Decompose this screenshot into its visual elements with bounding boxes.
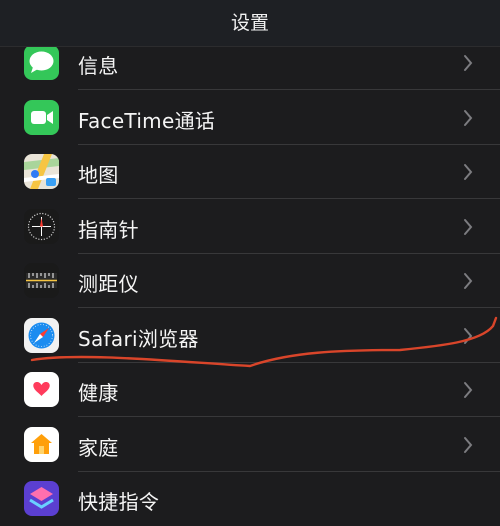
settings-row-health[interactable]: 健康 — [0, 363, 500, 417]
page-title: 设置 — [230, 11, 269, 34]
settings-row-safari[interactable]: Safari浏览器 — [0, 309, 500, 363]
chevron-right-icon — [464, 164, 473, 180]
compass-icon — [24, 209, 59, 244]
settings-row-label: FaceTime通话 — [78, 109, 216, 133]
measure-icon — [24, 263, 59, 298]
chevron-right-icon — [464, 110, 473, 126]
settings-row-label: 测距仪 — [78, 272, 139, 296]
chevron-right-icon — [464, 437, 473, 453]
chevron-right-icon — [464, 328, 473, 344]
settings-row-label: Safari浏览器 — [78, 327, 199, 351]
settings-row-maps[interactable]: 地图 — [0, 145, 500, 199]
shortcuts-icon — [24, 481, 59, 516]
chevron-right-icon — [464, 273, 473, 289]
chevron-right-icon — [464, 382, 473, 398]
settings-row-compass[interactable]: 指南针 — [0, 200, 500, 254]
settings-row-label: 健康 — [78, 381, 119, 405]
settings-row-home[interactable]: 家庭 — [0, 418, 500, 472]
chevron-right-icon — [464, 55, 473, 71]
row-divider — [78, 198, 500, 199]
settings-row-shortcuts[interactable]: 快捷指令 — [0, 472, 500, 526]
safari-icon — [24, 318, 59, 353]
maps-icon — [24, 154, 59, 189]
messages-icon — [24, 45, 59, 80]
settings-row-label: 快捷指令 — [78, 490, 160, 514]
settings-list: 信息 FaceTime通话 地图 指南针 测距仪 Safari浏览器 健康 家庭… — [0, 0, 500, 516]
navigation-bar: 设置 — [0, 0, 500, 47]
row-divider — [78, 307, 500, 308]
home-icon — [24, 427, 59, 462]
health-icon — [24, 372, 59, 407]
settings-row-label: 信息 — [78, 54, 119, 78]
chevron-right-icon — [464, 219, 473, 235]
settings-row-label: 家庭 — [78, 436, 119, 460]
settings-row-measure[interactable]: 测距仪 — [0, 254, 500, 308]
row-divider — [78, 89, 500, 90]
settings-row-label: 指南针 — [78, 218, 139, 242]
settings-row-facetime[interactable]: FaceTime通话 — [0, 91, 500, 145]
row-divider — [78, 416, 500, 417]
facetime-icon — [24, 100, 59, 135]
settings-row-label: 地图 — [78, 163, 119, 187]
